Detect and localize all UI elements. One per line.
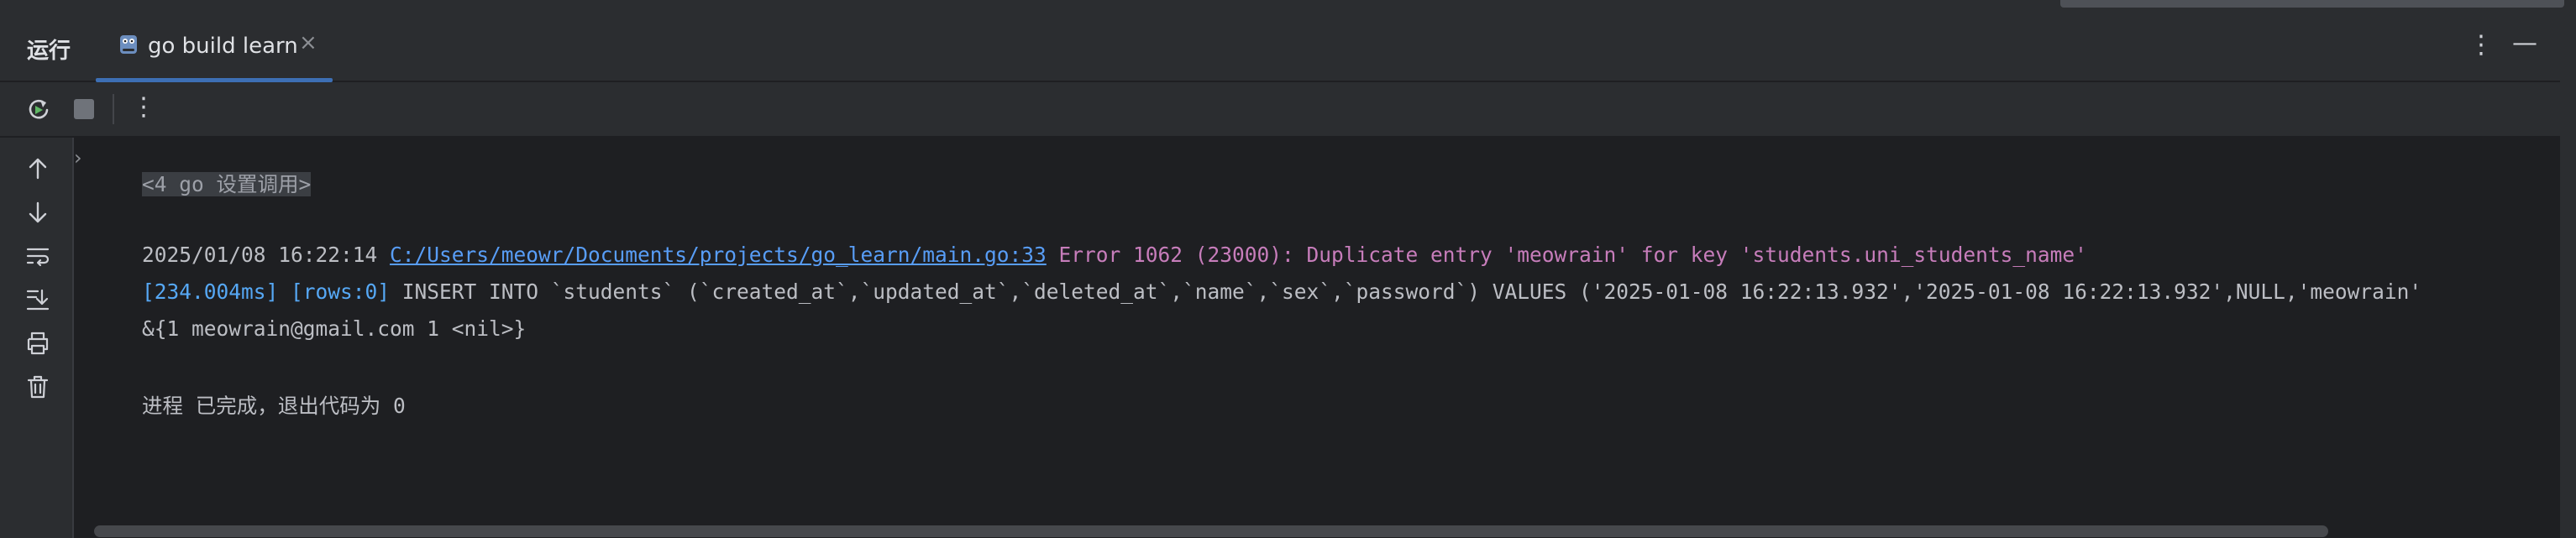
console-line-exit: 进程 已完成，退出代码为 0 bbox=[92, 366, 406, 444]
tool-window-header: 运行 go build learn × ⋮ — bbox=[0, 12, 2576, 82]
scroll-to-end-icon[interactable] bbox=[24, 285, 52, 314]
fold-expand-icon[interactable]: › bbox=[74, 146, 82, 170]
minimize-icon[interactable]: — bbox=[2512, 29, 2537, 58]
more-actions-icon[interactable]: ⋮ bbox=[131, 92, 156, 122]
folded-region[interactable]: <4 go 设置调用> bbox=[92, 144, 312, 222]
top-scrollbar-thumb[interactable] bbox=[2060, 0, 2564, 8]
tab-go-build-learn[interactable]: go build learn × bbox=[96, 12, 333, 82]
process-exit-message: 进程 已完成，退出代码为 0 bbox=[142, 394, 406, 418]
soft-wrap-icon[interactable] bbox=[24, 242, 52, 270]
arrow-down-icon[interactable] bbox=[24, 198, 52, 227]
stop-icon[interactable] bbox=[74, 99, 94, 119]
panel-title: 运行 bbox=[27, 39, 71, 64]
print-icon[interactable] bbox=[24, 329, 52, 358]
top-scroll-strip bbox=[0, 0, 2576, 12]
trash-icon[interactable] bbox=[24, 373, 52, 401]
console-output[interactable]: › <4 go 设置调用> 2025/01/08 16:22:14 C:/Use… bbox=[74, 138, 2560, 538]
right-edge-strip bbox=[2560, 12, 2576, 538]
console-side-toolbar bbox=[0, 138, 74, 538]
toolbar-divider bbox=[113, 94, 114, 124]
arrow-up-icon[interactable] bbox=[24, 154, 52, 183]
tab-label: go build learn bbox=[148, 34, 298, 59]
rerun-icon[interactable] bbox=[25, 96, 52, 123]
sql-statement: INSERT INTO `students` (`created_at`,`up… bbox=[390, 279, 2422, 304]
close-icon[interactable]: × bbox=[299, 30, 317, 55]
console-line-struct: &{1 meowrain@gmail.com 1 <nil>} bbox=[92, 292, 526, 365]
horizontal-scrollbar[interactable] bbox=[94, 525, 2328, 537]
go-run-config-icon bbox=[120, 35, 137, 54]
folded-text[interactable]: <4 go 设置调用> bbox=[142, 172, 312, 196]
struct-output: &{1 meowrain@gmail.com 1 <nil>} bbox=[142, 316, 527, 341]
run-toolbar: ⋮ bbox=[0, 82, 2576, 138]
options-menu-icon[interactable]: ⋮ bbox=[2468, 30, 2494, 60]
